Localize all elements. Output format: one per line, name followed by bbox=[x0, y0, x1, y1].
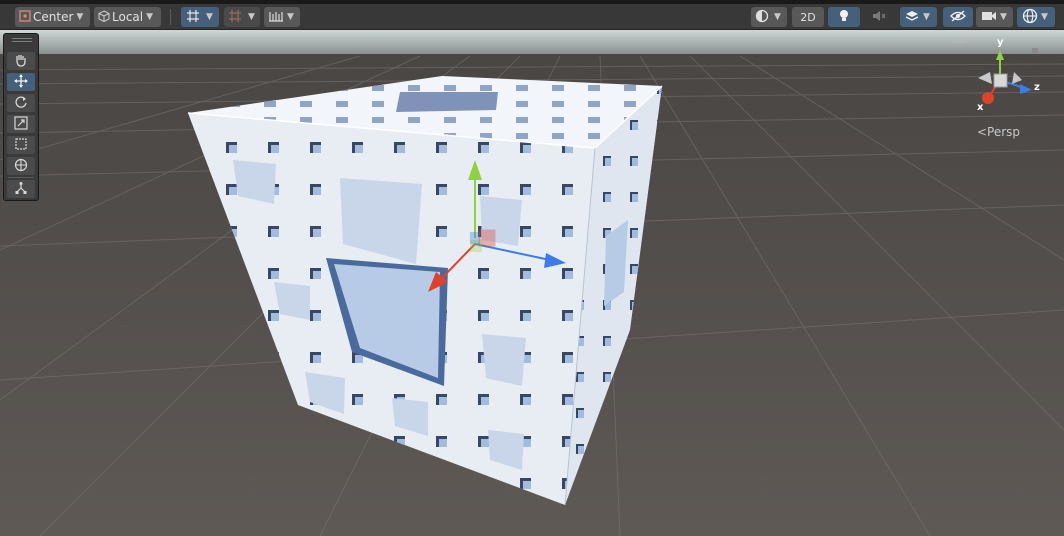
gizmo-axis-y-label: y bbox=[997, 37, 1004, 48]
chevron-down-icon: ▼ bbox=[1041, 12, 1048, 22]
chevron-down-icon: ▼ bbox=[248, 12, 255, 22]
toolbar-separator bbox=[170, 9, 171, 25]
draw-mode-dropdown[interactable]: ▼ bbox=[751, 7, 787, 27]
custom-editor-tool-icon bbox=[14, 180, 28, 199]
scene-render bbox=[0, 30, 1064, 536]
chevron-down-icon: ▼ bbox=[287, 12, 294, 22]
scale-tool-button[interactable] bbox=[7, 115, 35, 133]
grid-snap-icon bbox=[186, 9, 200, 26]
tools-overlay bbox=[3, 33, 39, 201]
ruler-toggle[interactable]: ▼ bbox=[264, 7, 300, 27]
overlay-grip[interactable] bbox=[12, 38, 32, 39]
hand-icon bbox=[14, 52, 28, 71]
increment-snap-icon bbox=[228, 9, 242, 26]
move-tool-button[interactable] bbox=[7, 73, 35, 91]
move-icon bbox=[14, 73, 28, 92]
camera-dropdown[interactable]: ▼ bbox=[976, 7, 1013, 27]
view-2d-label: 2D bbox=[800, 10, 816, 24]
projection-toggle[interactable]: <Persp bbox=[977, 125, 1020, 139]
pivot-mode-dropdown[interactable]: Center ▼ bbox=[15, 7, 90, 27]
scene-viewport[interactable]: y z x bbox=[0, 30, 1064, 536]
rotate-icon bbox=[14, 94, 28, 113]
pivot-rotation-label: Local bbox=[112, 10, 144, 24]
chevron-down-icon: ▼ bbox=[1000, 12, 1007, 22]
pivot-rotation-dropdown[interactable]: Local ▼ bbox=[94, 7, 161, 27]
effects-layers-icon bbox=[905, 9, 919, 26]
rect-icon bbox=[14, 136, 28, 155]
audio-toggle[interactable] bbox=[864, 7, 894, 27]
chevron-down-icon: ▼ bbox=[774, 12, 781, 22]
overlay-grip[interactable] bbox=[12, 41, 32, 42]
hand-tool-button[interactable] bbox=[7, 52, 35, 70]
gizmo-axis-z-label: z bbox=[1034, 82, 1040, 93]
view-2d-toggle[interactable]: 2D bbox=[792, 7, 824, 27]
pivot-mode-label: Center bbox=[33, 10, 74, 24]
ruler-icon bbox=[268, 10, 284, 25]
increment-snapping-toggle[interactable]: ▼ bbox=[224, 7, 260, 27]
gizmos-dropdown[interactable]: ▼ bbox=[1017, 7, 1055, 27]
scene-toolbar: Center ▼ Local ▼ ▼ ▼ ▼ ▼ 2D ▼ ▼ ▼ bbox=[0, 4, 1064, 30]
local-cube-icon bbox=[98, 9, 110, 25]
effects-dropdown[interactable]: ▼ bbox=[900, 7, 937, 27]
tools-divider bbox=[8, 177, 34, 178]
hidden-objects-toggle[interactable] bbox=[943, 7, 973, 27]
chevron-down-icon: ▼ bbox=[146, 12, 154, 22]
transform-icon bbox=[14, 157, 28, 176]
rotate-tool-button[interactable] bbox=[7, 94, 35, 112]
gizmo-axis-x-label: x bbox=[977, 102, 984, 113]
custom-tool-button[interactable] bbox=[7, 180, 35, 198]
chevron-down-icon: ▼ bbox=[206, 12, 213, 22]
pivot-center-icon bbox=[19, 9, 31, 25]
rect-tool-button[interactable] bbox=[7, 136, 35, 154]
chevron-down-icon: ▼ bbox=[76, 12, 84, 22]
lighting-toggle[interactable] bbox=[828, 7, 860, 27]
eye-slash-icon bbox=[950, 9, 966, 25]
shaded-mode-icon bbox=[755, 9, 769, 26]
grid-snapping-toggle[interactable]: ▼ bbox=[181, 7, 219, 27]
gizmo-globe-icon bbox=[1022, 8, 1038, 27]
audio-muted-icon bbox=[872, 10, 886, 25]
sky-band bbox=[0, 30, 1064, 54]
camera-icon bbox=[981, 10, 997, 25]
chevron-down-icon: ▼ bbox=[923, 12, 930, 22]
lightbulb-icon bbox=[838, 9, 850, 26]
scale-icon bbox=[14, 115, 28, 134]
transform-tool-button[interactable] bbox=[7, 157, 35, 175]
